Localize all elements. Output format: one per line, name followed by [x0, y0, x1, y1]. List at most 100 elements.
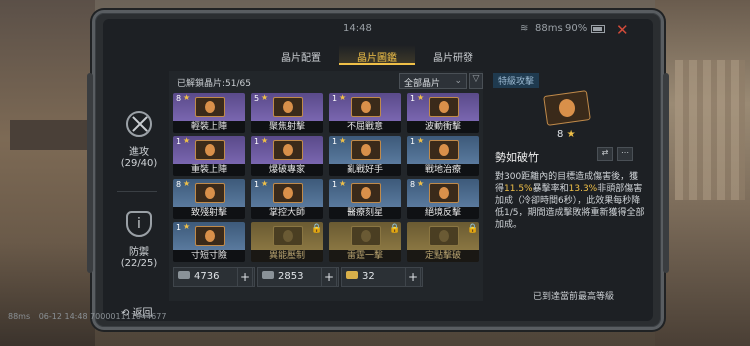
sidebar-item-defense[interactable]: 防禦 (22/25) [113, 211, 165, 269]
tab-bar: 晶片配置 晶片圖鑑 晶片研發 [263, 45, 493, 65]
chip-grid: 8 ★ 輕裝上陣 5 ★ 聚焦射擊 1 ★ 不屈戰意 1 ★ 波動衝擊 1 ★ 重裝上陣 1 ★ 爆破專… [173, 93, 479, 263]
chip-name: 醫療刻星 [329, 207, 401, 219]
chip-card[interactable]: 8 ★ 輕裝上陣 [173, 93, 245, 133]
lock-icon: 🔒 [467, 224, 479, 234]
chip-title: 勢如破竹 [495, 151, 539, 164]
chip-icon [429, 183, 459, 203]
chip-card[interactable]: 1 ★ 寸短寸險 [173, 222, 245, 262]
background-left [0, 0, 95, 346]
wifi-icon: ≋ [520, 23, 529, 34]
sidebar-item-attack[interactable]: 進攻 (29/40) [113, 111, 165, 169]
chip-filter-dropdown[interactable]: 全部晶片 ⌄ [399, 73, 467, 89]
chip-level: 8 [176, 94, 182, 103]
frame-edge-left [87, 73, 93, 273]
debug-footer: 88ms 06-12 14:48 700001111044677 [8, 312, 208, 321]
star-icon: ★ [417, 93, 425, 102]
resource-value: 32 [362, 271, 375, 282]
resource-bar: 4736 + 2853 + 32 + [173, 267, 479, 291]
star-icon: ★ [566, 129, 576, 140]
chip-preview-icon [543, 90, 591, 126]
chip-name: 絕境反擊 [407, 207, 479, 219]
chip-card[interactable]: 1 ★ 戰地治療 [407, 136, 479, 176]
star-icon: ★ [417, 179, 425, 188]
resource-value: 4736 [194, 271, 220, 282]
chip-icon [195, 97, 225, 117]
chip-card[interactable]: 1 ★ 爆破專家 [251, 136, 323, 176]
chip-card[interactable]: 1 ★ 重裝上陣 [173, 136, 245, 176]
chip-name: 重裝上陣 [173, 164, 245, 176]
gold-token-icon [346, 271, 358, 279]
desc-text: 暴擊率和 [532, 184, 569, 194]
add-alloy-button[interactable]: + [321, 267, 337, 287]
rank-value: 8 [557, 129, 564, 140]
ping-text: 88ms [535, 23, 563, 34]
shield-icon [126, 211, 152, 237]
star-icon: ★ [339, 93, 347, 102]
chip-description: 對300距離內的目標造成傷害後，獲得11.5%暴擊率和13.3%非頭部傷害加成（… [495, 171, 647, 231]
chip-filter-label: 全部晶片 [404, 79, 441, 89]
add-chip-scrap-button[interactable]: + [237, 267, 253, 287]
chip-card-locked[interactable]: 🔒 異能壓制 [251, 222, 323, 262]
star-icon: ★ [261, 136, 269, 145]
chip-icon [273, 140, 303, 160]
desc-highlight: 13.3% [568, 184, 598, 194]
star-icon: ★ [183, 93, 191, 102]
more-icon[interactable]: ⋯ [617, 147, 633, 161]
chip-level: 1 [332, 137, 338, 146]
chip-card[interactable]: 5 ★ 聚焦射擊 [251, 93, 323, 133]
chip-icon [195, 183, 225, 203]
frame-edge-right [663, 73, 669, 273]
close-icon[interactable]: ✕ [616, 21, 629, 39]
chip-level: 1 [254, 137, 260, 146]
battery-icon [591, 25, 605, 33]
chip-level: 1 [410, 94, 416, 103]
chip-name: 輕裝上陣 [173, 121, 245, 133]
chevron-down-icon: ⌄ [454, 76, 462, 86]
desc-highlight: 11.5% [504, 184, 533, 194]
tab-chip-research[interactable]: 晶片研發 [415, 45, 491, 65]
chip-card-locked[interactable]: 🔒 雷霆一擊 [329, 222, 401, 262]
chip-level: 1 [254, 180, 260, 189]
star-icon: ★ [339, 179, 347, 188]
chip-card[interactable]: 1 ★ 掌控大師 [251, 179, 323, 219]
chip-level: 8 [176, 180, 182, 189]
chip-card[interactable]: 1 ★ 亂戰好手 [329, 136, 401, 176]
tab-chip-config[interactable]: 晶片配置 [263, 45, 339, 65]
chip-name: 異能壓制 [251, 250, 323, 262]
chip-level: 5 [254, 94, 260, 103]
clock: 14:48 [343, 23, 372, 34]
chip-name: 爆破專家 [251, 164, 323, 176]
chip-icon [351, 140, 381, 160]
chip-icon [195, 226, 225, 246]
chip-name: 致殘射擊 [173, 207, 245, 219]
star-icon: ★ [417, 136, 425, 145]
chip-name: 亂戰好手 [329, 164, 401, 176]
chip-card[interactable]: 8 ★ 絕境反擊 [407, 179, 479, 219]
chip-card-locked[interactable]: 🔒 定點擊破 [407, 222, 479, 262]
tab-chip-codex[interactable]: 晶片圖鑑 [339, 45, 415, 65]
chip-name: 聚焦射擊 [251, 121, 323, 133]
share-icon[interactable]: ⇄ [597, 147, 613, 161]
star-icon: ★ [339, 136, 347, 145]
chip-name: 寸短寸險 [173, 250, 245, 262]
chip-level: 8 [410, 180, 416, 189]
lock-icon: 🔒 [311, 224, 323, 234]
chip-icon [429, 140, 459, 160]
funnel-icon[interactable]: ▽ [469, 73, 483, 89]
sidebar-attack-count: (29/40) [120, 158, 158, 169]
chip-card[interactable]: 1 ★ 不屈戰意 [329, 93, 401, 133]
max-level-note: 已到達當前最高等級 [533, 292, 615, 302]
sidebar-divider [117, 191, 157, 192]
chip-card[interactable]: 8 ★ 致殘射擊 [173, 179, 245, 219]
sidebar-defense-count: (22/25) [120, 258, 158, 269]
chip-icon [195, 140, 225, 160]
chip-name: 掌控大師 [251, 207, 323, 219]
chip-tier-tag: 特級攻擊 [493, 73, 540, 88]
add-gold-token-button[interactable]: + [405, 267, 421, 287]
star-icon: ★ [183, 222, 191, 231]
battery-text: 90% [565, 23, 588, 34]
chip-card[interactable]: 1 ★ 醫療刻星 [329, 179, 401, 219]
chip-level: 1 [410, 137, 416, 146]
chip-card[interactable]: 1 ★ 波動衝擊 [407, 93, 479, 133]
chip-icon [273, 183, 303, 203]
